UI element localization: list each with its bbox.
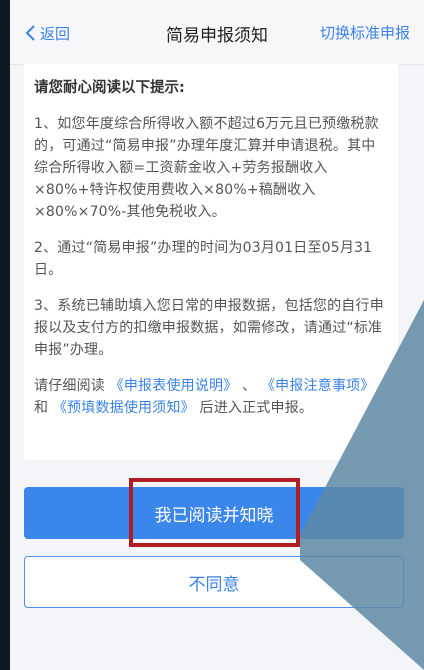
background-strip (0, 0, 10, 670)
agree-button-label: 我已阅读并知晓 (154, 505, 274, 526)
notice-paragraph-2: 2、通过“简易申报”办理的时间为03月01日至05月31日。 (34, 240, 373, 278)
disagree-button[interactable]: 不同意 (24, 556, 404, 608)
navigation-bar: 返回 简易申报须知 切换标准申报 (10, 0, 424, 65)
reading-suffix: 后进入正式申报。 (199, 400, 314, 416)
separator-comma: 、 (242, 378, 257, 394)
separator-and: 和 (34, 400, 49, 416)
back-label: 返回 (40, 24, 71, 43)
notice-content: 请您耐心阅读以下提示: 1、如您年度综合所得收入额不超过6万元且已预缴税款的，可… (24, 64, 398, 460)
notice-paragraph-4: 请仔细阅读 《申报表使用说明》 、 《申报注意事项》 和 《预填数据使用须知》 … (34, 375, 384, 419)
form-instructions-link[interactable]: 《申报表使用说明》 (110, 378, 238, 394)
chevron-left-icon (25, 25, 35, 41)
reading-prefix: 请仔细阅读 (34, 378, 105, 394)
switch-standard-declaration-button[interactable]: 切换标准申报 (320, 22, 410, 43)
notice-paragraph-3: 3、系统已辅助填入您日常的申报数据，包括您的自行申报以及支付方的扣缴申报数据，如… (34, 298, 384, 358)
prefilled-data-notice-link[interactable]: 《预填数据使用须知》 (53, 400, 195, 416)
back-button[interactable]: 返回 (24, 22, 70, 44)
agree-button[interactable]: 我已阅读并知晓 (24, 487, 404, 539)
declaration-notes-link[interactable]: 《申报注意事项》 (261, 378, 375, 394)
notice-paragraph-1: 1、如您年度综合所得收入额不超过6万元且已预缴税款的，可通过“简易申报”办理年度… (34, 116, 379, 220)
notice-heading: 请您耐心阅读以下提示: (34, 80, 185, 96)
